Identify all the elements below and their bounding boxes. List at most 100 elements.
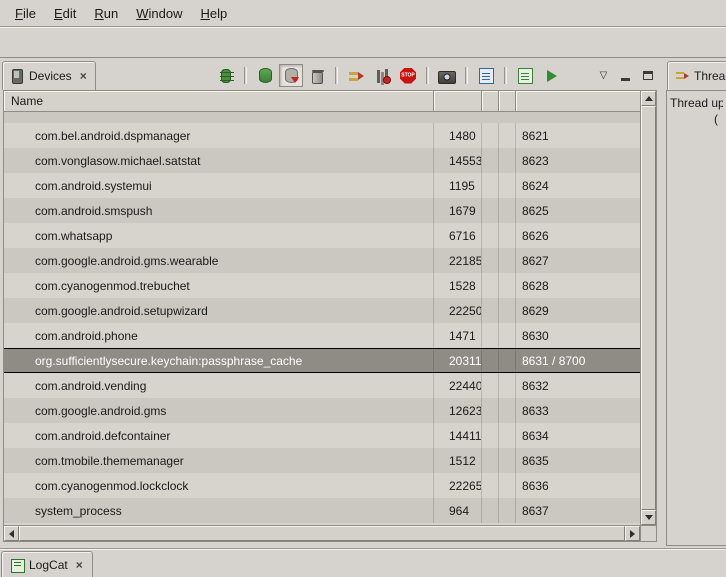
process-name-cell: org.sufficientlysecure.keychain:passphra… xyxy=(4,349,434,372)
spacer-cell xyxy=(499,148,516,173)
process-port-cell: 8625 xyxy=(516,198,640,223)
column-header-port[interactable] xyxy=(516,91,640,112)
menu-item-help[interactable]: Help xyxy=(191,2,236,25)
logcat-icon xyxy=(11,558,24,572)
method-profiling-icon[interactable] xyxy=(370,64,394,87)
spacer-cell xyxy=(482,398,499,423)
process-name-cell: com.whatsapp xyxy=(4,223,434,248)
column-header-name[interactable]: Name xyxy=(4,91,434,112)
column-header-pid[interactable] xyxy=(434,91,482,112)
spacer-cell xyxy=(499,323,516,348)
dump-hprof-icon[interactable] xyxy=(279,64,303,87)
ui-hierarchy-icon[interactable] xyxy=(474,64,498,87)
debug-process-icon[interactable] xyxy=(214,64,238,87)
menu-item-file[interactable]: File xyxy=(6,2,45,25)
threads-panel: Threads Thread up ( xyxy=(666,60,726,546)
device-row[interactable]: com.android.systemui11958624 xyxy=(4,173,640,198)
horizontal-scrollbar xyxy=(4,525,640,541)
tab-threads-label: Threads xyxy=(694,69,726,83)
process-pid-cell: 1195 xyxy=(434,173,482,198)
view-menu-icon: ▽ xyxy=(600,71,608,81)
process-port-cell: 8628 xyxy=(516,273,640,298)
menu-item-mnemonic: H xyxy=(200,6,209,21)
systrace-icon[interactable] xyxy=(513,64,537,87)
minimize-button[interactable] xyxy=(618,68,633,83)
device-row[interactable]: com.whatsapp67168626 xyxy=(4,223,640,248)
scrollbar-corner xyxy=(640,525,656,541)
process-name-cell: com.google.android.setupwizard xyxy=(4,298,434,323)
process-name-cell: com.android.systemui xyxy=(4,173,434,198)
cause-gc-icon[interactable] xyxy=(305,64,329,87)
hscroll-thumb[interactable] xyxy=(19,526,625,541)
menu-item-edit[interactable]: Edit xyxy=(45,2,85,25)
process-port-cell: 8626 xyxy=(516,223,640,248)
process-pid-cell: 1679 xyxy=(434,198,482,223)
opengl-trace-icon[interactable] xyxy=(539,64,563,87)
vscroll-up-button[interactable] xyxy=(641,91,656,106)
spacer-cell xyxy=(482,373,499,398)
spacer-cell xyxy=(499,198,516,223)
device-row[interactable]: com.google.android.setupwizard222508629 xyxy=(4,298,640,323)
process-name-cell: com.vonglasow.michael.satstat xyxy=(4,148,434,173)
partial-row xyxy=(4,112,640,123)
process-port-cell: 8623 xyxy=(516,148,640,173)
hscroll-right-button[interactable] xyxy=(625,526,640,541)
process-name-cell: com.google.android.gms xyxy=(4,398,434,423)
menu-item-window[interactable]: Window xyxy=(127,2,191,25)
hscroll-left-button[interactable] xyxy=(4,526,19,541)
update-threads-icon[interactable] xyxy=(344,64,368,87)
screen-capture-icon[interactable] xyxy=(435,64,459,87)
device-row[interactable]: com.android.vending224408632 xyxy=(4,373,640,398)
menu-item-mnemonic: F xyxy=(15,6,23,21)
menu-item-mnemonic: R xyxy=(94,6,103,21)
device-row[interactable]: com.bel.android.dspmanager14808621 xyxy=(4,123,640,148)
process-name-cell: com.bel.android.dspmanager xyxy=(4,123,434,148)
spacer-cell xyxy=(482,473,499,498)
vscroll-thumb[interactable] xyxy=(641,106,656,510)
toolbar-separator xyxy=(244,67,247,84)
process-name-cell: system_process xyxy=(4,498,434,523)
device-row[interactable]: com.android.defcontainer144118634 xyxy=(4,423,640,448)
stop-label: STOP xyxy=(401,73,415,78)
threads-icon xyxy=(676,69,689,83)
vscroll-down-button[interactable] xyxy=(641,510,656,525)
device-row[interactable]: com.android.phone14718630 xyxy=(4,323,640,348)
arrow-up-icon xyxy=(645,96,653,101)
process-name-cell: com.tmobile.thememanager xyxy=(4,448,434,473)
main-toolbar xyxy=(0,27,726,58)
maximize-icon xyxy=(643,71,653,80)
process-name-cell: com.android.smspush xyxy=(4,198,434,223)
view-menu-button[interactable]: ▽ xyxy=(596,68,611,83)
device-row[interactable]: com.tmobile.thememanager15128635 xyxy=(4,448,640,473)
menu-item-run[interactable]: Run xyxy=(85,2,127,25)
device-row[interactable]: com.cyanogenmod.lockclock222658636 xyxy=(4,473,640,498)
device-row[interactable]: com.vonglasow.michael.satstat145538623 xyxy=(4,148,640,173)
tab-devices[interactable]: Devices × xyxy=(2,61,96,90)
device-row[interactable]: com.google.android.gms.wearable221858627 xyxy=(4,248,640,273)
stop-process-icon[interactable]: STOP xyxy=(396,64,420,87)
spacer-cell xyxy=(499,349,516,372)
toolbar-separator xyxy=(465,67,468,84)
update-heap-icon[interactable] xyxy=(253,64,277,87)
device-row[interactable]: com.google.android.gms126238633 xyxy=(4,398,640,423)
process-name-cell: com.cyanogenmod.lockclock xyxy=(4,473,434,498)
tab-devices-close-icon[interactable]: × xyxy=(80,69,87,83)
device-row[interactable]: org.sufficientlysecure.keychain:passphra… xyxy=(4,348,640,373)
menu-item-mnemonic: E xyxy=(54,6,63,21)
menu-bar: FileEditRunWindowHelp xyxy=(0,0,726,27)
process-name-cell: com.android.vending xyxy=(4,373,434,398)
process-port-cell: 8632 xyxy=(516,373,640,398)
tab-logcat[interactable]: LogCat × xyxy=(1,551,93,577)
tab-logcat-close-icon[interactable]: × xyxy=(76,558,83,572)
column-header-threads[interactable] xyxy=(499,91,516,112)
column-header-heap[interactable] xyxy=(482,91,499,112)
tab-threads[interactable]: Threads xyxy=(667,61,726,90)
maximize-button[interactable] xyxy=(640,68,655,83)
process-pid-cell: 22185 xyxy=(434,248,482,273)
device-row[interactable]: system_process9648637 xyxy=(4,498,640,523)
spacer-cell xyxy=(499,173,516,198)
process-pid-cell: 1528 xyxy=(434,273,482,298)
device-row[interactable]: com.cyanogenmod.trebuchet15288628 xyxy=(4,273,640,298)
device-row[interactable]: com.android.smspush1679 8625 xyxy=(4,198,640,223)
minimize-icon xyxy=(621,78,630,81)
